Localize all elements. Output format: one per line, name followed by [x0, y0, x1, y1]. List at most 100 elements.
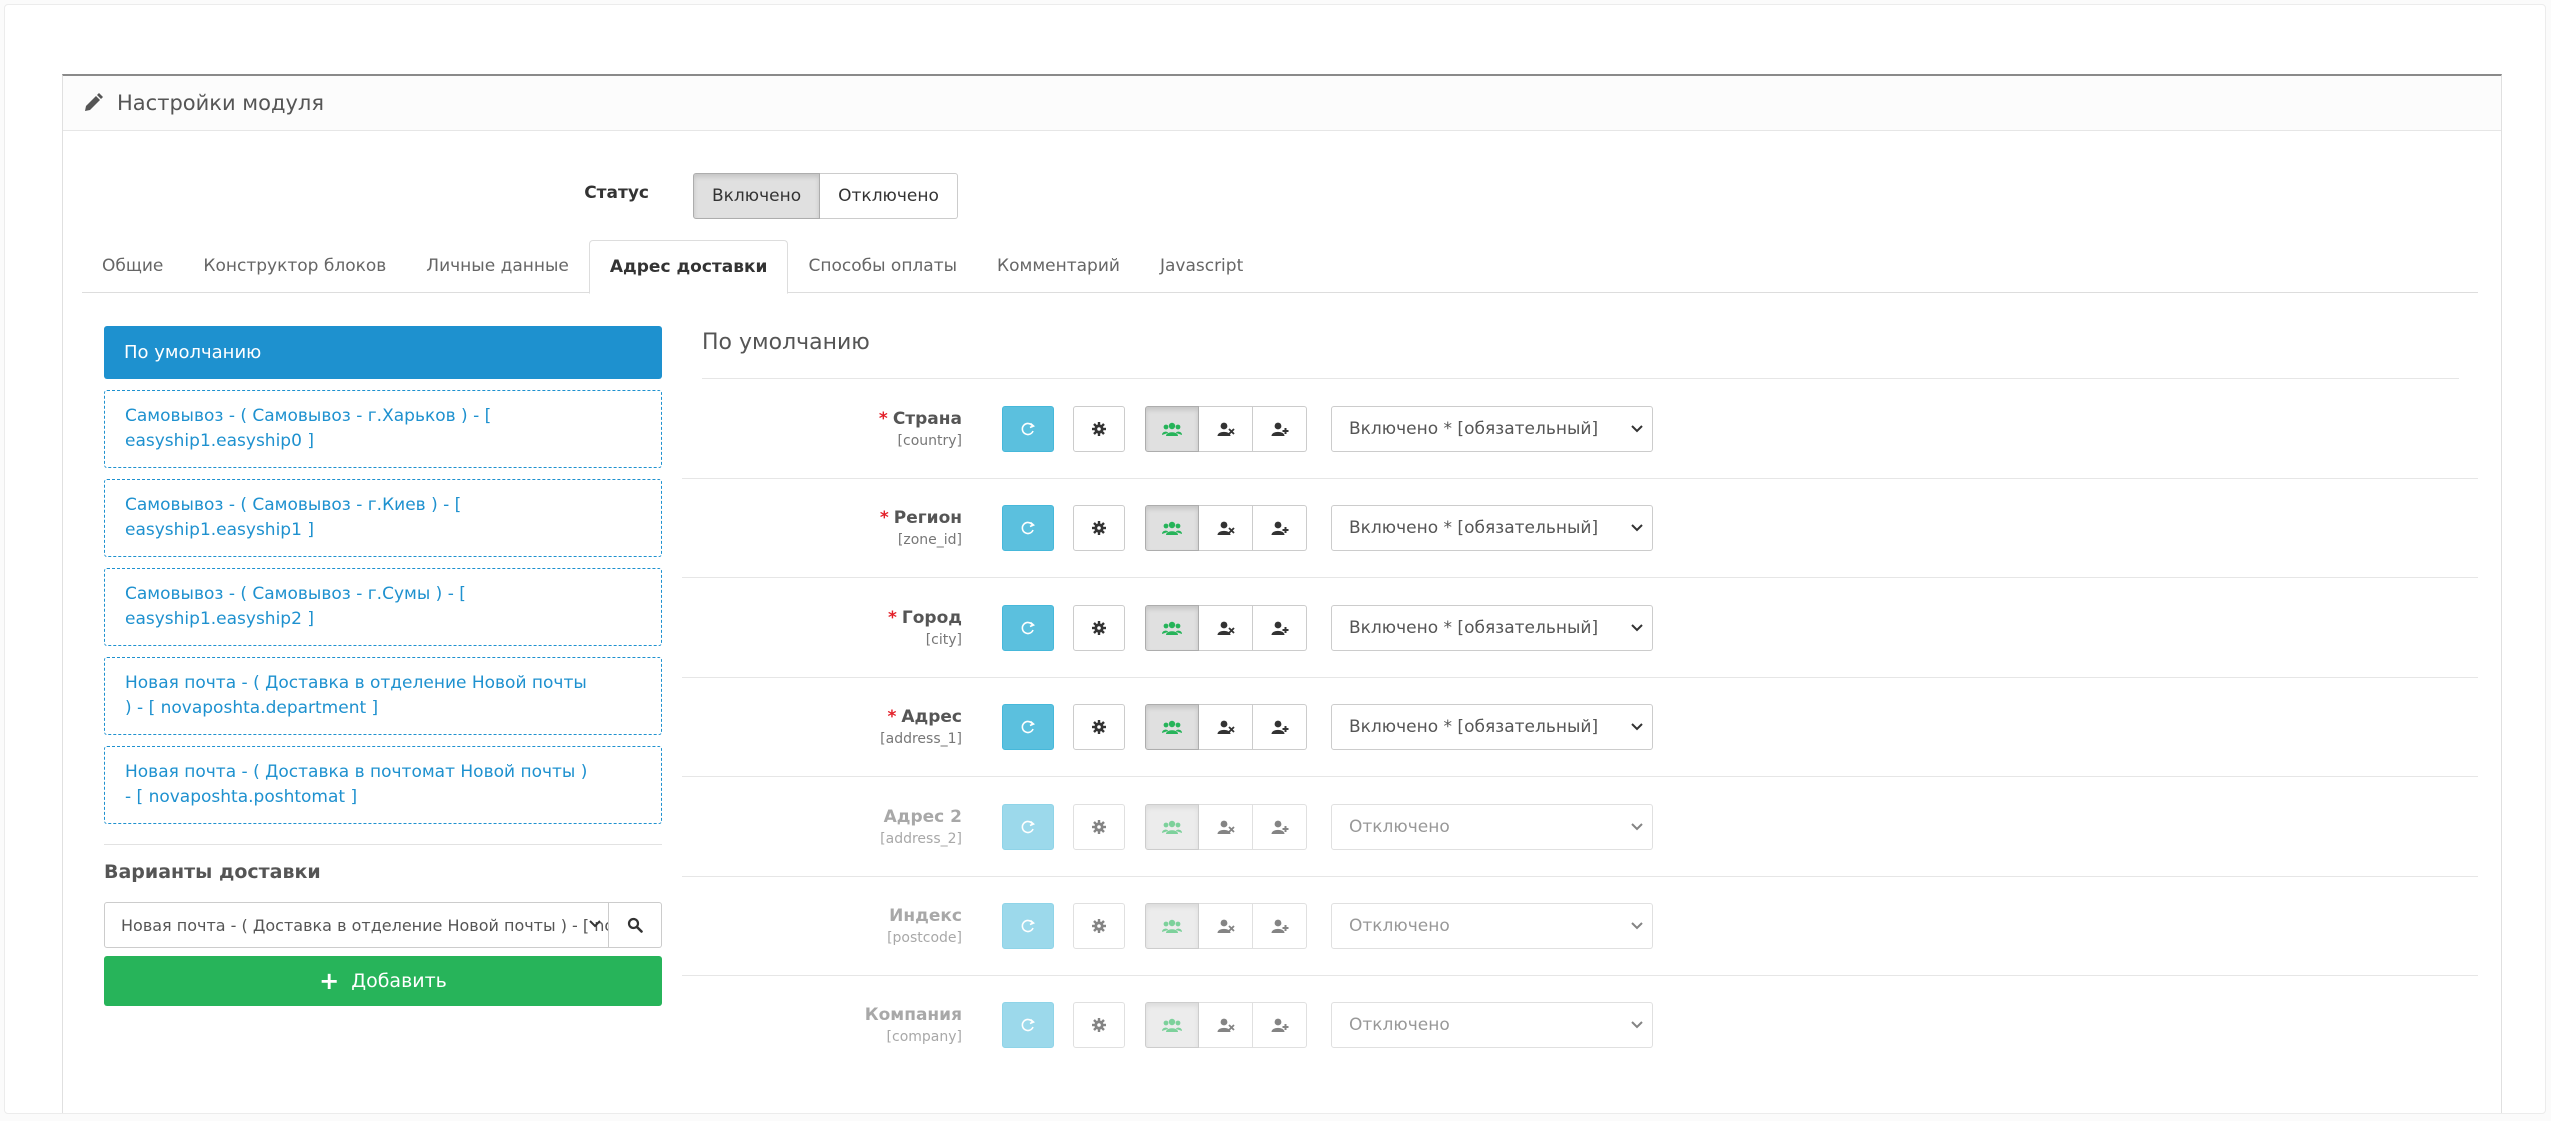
field-name: Адрес 2	[682, 807, 962, 827]
tab-personal-data[interactable]: Личные данные	[406, 240, 589, 291]
sidebar-item-default[interactable]: По умолчанию	[104, 326, 662, 379]
field-mode-select[interactable]: Включено * [обязательный]	[1331, 406, 1653, 452]
gear-icon	[1091, 918, 1107, 934]
sidebar-item-line: Новая почта - ( Доставка в почтомат Ново…	[125, 762, 588, 782]
guest-button[interactable]	[1199, 604, 1253, 651]
guest-button[interactable]	[1199, 406, 1253, 452]
all-users-button[interactable]	[1145, 803, 1199, 850]
all-users-button[interactable]	[1145, 505, 1199, 552]
field-label: Адрес 2 [address_2]	[682, 807, 962, 847]
registered-button[interactable]	[1253, 903, 1307, 949]
circle-arrow-icon	[1020, 520, 1036, 536]
field-mode-value: Отключено	[1349, 916, 1450, 936]
page-container: Настройки модуля Статус Включено Отключе…	[4, 4, 2546, 1114]
field-mode-select[interactable]: Отключено	[1331, 1002, 1653, 1049]
settings-button[interactable]	[1073, 803, 1125, 850]
guest-button[interactable]	[1199, 1002, 1253, 1049]
sidebar-item-line: - [ novaposhta.poshtomat ]	[125, 787, 358, 807]
settings-button[interactable]	[1073, 604, 1125, 651]
registered-button[interactable]	[1253, 406, 1307, 452]
guest-button[interactable]	[1199, 803, 1253, 850]
registered-button[interactable]	[1253, 505, 1307, 552]
registered-button[interactable]	[1253, 704, 1307, 751]
refresh-button[interactable]	[1002, 803, 1054, 850]
users-icon	[1162, 819, 1182, 835]
field-mode-select[interactable]: Включено * [обязательный]	[1331, 505, 1653, 552]
chevron-down-icon	[1630, 520, 1644, 534]
tab-delivery-address[interactable]: Адрес доставки	[588, 240, 789, 294]
all-users-button[interactable]	[1145, 704, 1199, 751]
plus-icon: +	[319, 967, 340, 995]
all-users-button[interactable]	[1145, 1002, 1199, 1049]
tab-comment[interactable]: Комментарий	[977, 240, 1140, 291]
sidebar-item-shipping[interactable]: Новая почта - ( Доставка в отделение Нов…	[104, 657, 662, 735]
sidebar-item-shipping[interactable]: Новая почта - ( Доставка в почтомат Ново…	[104, 746, 662, 824]
field-name: * Регион	[682, 508, 962, 528]
tab-javascript[interactable]: Javascript	[1140, 240, 1263, 291]
field-mode-select[interactable]: Отключено	[1331, 803, 1653, 850]
customer-group-toggle	[1145, 1002, 1307, 1049]
search-button[interactable]	[609, 902, 662, 948]
field-label: * Регион [zone_id]	[682, 508, 962, 548]
tab-payment-methods[interactable]: Способы оплаты	[788, 240, 977, 291]
guest-button[interactable]	[1199, 505, 1253, 552]
field-label: * Адрес [address_1]	[682, 707, 962, 747]
sidebar-item-line: easyship1.easyship2 ]	[125, 609, 314, 629]
customer-group-toggle	[1145, 604, 1307, 651]
gear-icon	[1091, 819, 1107, 835]
refresh-button[interactable]	[1002, 903, 1054, 949]
field-mode-select[interactable]: Включено * [обязательный]	[1331, 704, 1653, 751]
sidebar-item-shipping[interactable]: Самовывоз - ( Самовывоз - г.Сумы ) - [ e…	[104, 568, 662, 646]
field-key: [country]	[897, 433, 962, 449]
settings-button[interactable]	[1073, 406, 1125, 452]
field-name: Компания	[682, 1005, 962, 1025]
refresh-button[interactable]	[1002, 604, 1054, 651]
settings-button[interactable]	[1073, 704, 1125, 751]
field-mode-value: Включено * [обязательный]	[1349, 419, 1599, 439]
refresh-button[interactable]	[1002, 505, 1054, 552]
field-mode-value: Включено * [обязательный]	[1349, 617, 1599, 638]
tab-block-constructor[interactable]: Конструктор блоков	[183, 240, 406, 291]
refresh-button[interactable]	[1002, 1002, 1054, 1049]
circle-arrow-icon	[1020, 1017, 1036, 1033]
customer-group-toggle	[1145, 406, 1307, 452]
registered-button[interactable]	[1253, 604, 1307, 651]
registered-button[interactable]	[1253, 803, 1307, 850]
required-marker: *	[888, 607, 897, 628]
user-add-icon	[1271, 1017, 1289, 1033]
refresh-button[interactable]	[1002, 704, 1054, 751]
circle-arrow-icon	[1020, 918, 1036, 934]
sidebar-item-shipping[interactable]: Самовывоз - ( Самовывоз - г.Киев ) - [ e…	[104, 479, 662, 557]
sidebar-item-line: Новая почта - ( Доставка в отделение Нов…	[125, 673, 587, 693]
field-key: [zone_id]	[897, 532, 962, 549]
field-name: * Город	[682, 608, 962, 628]
variants-title: Варианты доставки	[104, 861, 321, 883]
user-remove-icon	[1217, 421, 1235, 437]
tab-general[interactable]: Общие	[82, 240, 183, 291]
sidebar-item-shipping[interactable]: Самовывоз - ( Самовывоз - г.Харьков ) - …	[104, 390, 662, 468]
guest-button[interactable]	[1199, 903, 1253, 949]
user-remove-icon	[1217, 819, 1235, 835]
field-mode-select[interactable]: Включено * [обязательный]	[1331, 604, 1653, 651]
registered-button[interactable]	[1253, 1002, 1307, 1049]
field-mode-select[interactable]: Отключено	[1331, 903, 1653, 949]
settings-button[interactable]	[1073, 505, 1125, 552]
status-on-button[interactable]: Включено	[693, 173, 821, 219]
user-remove-icon	[1217, 1017, 1235, 1033]
chevron-down-icon	[1630, 620, 1644, 634]
settings-button[interactable]	[1073, 1002, 1125, 1049]
user-add-icon	[1271, 421, 1289, 437]
field-row: * Город [city] Включено * [обязательный]	[682, 578, 2478, 678]
guest-button[interactable]	[1199, 704, 1253, 751]
add-button[interactable]: + Добавить	[104, 956, 662, 1006]
all-users-button[interactable]	[1145, 903, 1199, 949]
settings-button[interactable]	[1073, 903, 1125, 949]
refresh-button[interactable]	[1002, 406, 1054, 452]
sidebar-item-line: Самовывоз - ( Самовывоз - г.Сумы ) - [	[125, 584, 466, 604]
gear-icon	[1091, 421, 1107, 437]
all-users-button[interactable]	[1145, 604, 1199, 651]
status-off-button[interactable]: Отключено	[820, 173, 958, 219]
variants-select[interactable]: Новая почта - ( Доставка в отделение Нов…	[104, 902, 609, 948]
all-users-button[interactable]	[1145, 406, 1199, 452]
field-name: * Адрес	[682, 707, 962, 727]
